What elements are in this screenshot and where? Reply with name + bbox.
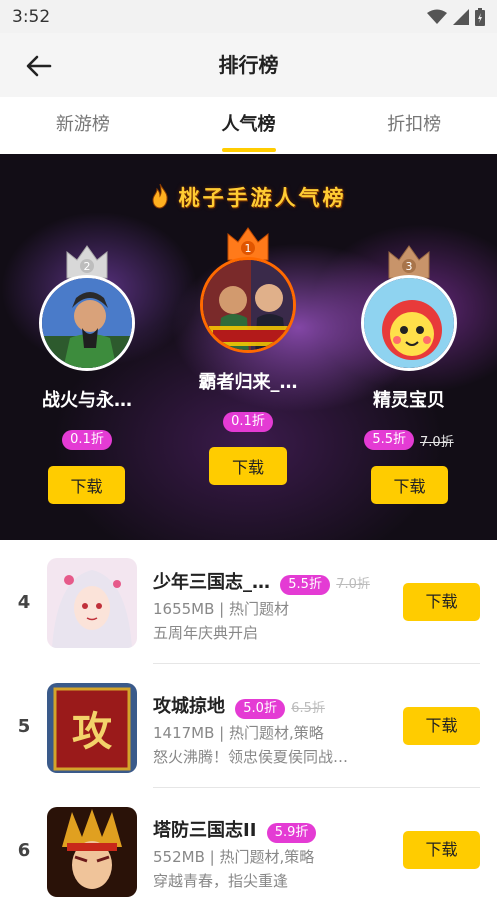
tab-label: 折扣榜: [387, 114, 442, 135]
crown-rank-number: 1: [245, 242, 252, 255]
game-icon[interactable]: [47, 558, 137, 648]
game-title: 攻城掠地 5.0折 6.5折: [153, 692, 325, 719]
discount-badge: 5.0折: [235, 699, 285, 719]
crown-rank-number: 2: [84, 260, 91, 273]
status-bar: 3:52: [0, 0, 497, 33]
list-item[interactable]: 6 塔防三国志II 5.9折 552MB | 热门题材,策略 穿越青春，指尖重逢…: [0, 788, 497, 912]
podium-rank-2[interactable]: 2 战火与永… 0.1折: [39, 244, 135, 504]
rank-number: 6: [17, 840, 31, 861]
game-name: 塔防三国志II: [153, 820, 257, 841]
rank-number: 4: [17, 592, 31, 613]
rank-number: 5: [17, 716, 31, 737]
battery-icon: [475, 7, 485, 26]
original-price: 6.5折: [291, 701, 325, 716]
list-item[interactable]: 4 少年三国志_… 5.5折 7.0折 1655MB | 热门题材 五周年庆典开…: [0, 540, 497, 664]
discount-row: 0.1折: [0, 430, 195, 450]
tab-indicator: [221, 148, 276, 152]
podium-rank-3[interactable]: 3 精灵宝贝 5.5折 7.0折: [361, 244, 457, 504]
discount-row: 5.5折 7.0折: [301, 430, 497, 450]
tab-label: 人气榜: [221, 114, 276, 135]
game-title: 塔防三国志II 5.9折: [153, 816, 317, 843]
discount-badge: 0.1折: [223, 412, 273, 432]
game-avatar[interactable]: [39, 275, 135, 371]
status-icons: [427, 7, 485, 26]
status-time: 3:52: [12, 6, 51, 27]
tab-label: 新游榜: [55, 114, 110, 135]
banner-title: 桃子手游人气榜: [178, 186, 347, 210]
game-description: 五周年庆典开启: [153, 624, 259, 642]
discount-badge: 5.5折: [364, 430, 414, 450]
game-art-image: [42, 278, 132, 368]
crown-rank-number: 3: [406, 260, 413, 273]
game-name: 战火与永…: [42, 390, 132, 411]
tab-discount[interactable]: 折扣榜: [331, 97, 497, 154]
wifi-icon: [427, 9, 447, 24]
tab-popular[interactable]: 人气榜: [166, 97, 332, 154]
discount-badge: 5.5折: [280, 575, 330, 595]
tab-new-games[interactable]: 新游榜: [0, 97, 166, 154]
download-button[interactable]: 下载: [209, 447, 287, 485]
svg-text:攻: 攻: [72, 709, 112, 755]
original-price: 7.0折: [336, 577, 370, 592]
game-description: 怒火沸腾！领忠侯夏侯同战…: [153, 748, 349, 766]
banner-title-row: 桃子手游人气榜: [0, 182, 497, 212]
app-bar: 排行榜: [0, 33, 497, 97]
game-name: 少年三国志_…: [153, 572, 270, 593]
tab-bar: 新游榜 人气榜 折扣榜: [0, 97, 497, 154]
game-name: 霸者归来_…: [198, 372, 298, 393]
signal-icon: [453, 8, 469, 25]
game-name: 精灵宝贝: [373, 390, 445, 411]
game-title: 少年三国志_… 5.5折 7.0折: [153, 568, 370, 595]
game-avatar[interactable]: [361, 275, 457, 371]
original-price: 7.0折: [420, 434, 454, 450]
download-button[interactable]: 下载: [48, 466, 125, 504]
game-name: 攻城掠地: [153, 696, 225, 717]
download-button[interactable]: 下载: [403, 707, 480, 745]
discount-badge: 0.1折: [62, 430, 112, 450]
game-art-image: [47, 558, 137, 648]
game-avatar[interactable]: [200, 257, 296, 353]
discount-badge: 5.9折: [266, 823, 317, 843]
flame-icon: [151, 183, 168, 209]
download-button[interactable]: 下载: [403, 583, 480, 621]
game-art-image: [203, 260, 293, 350]
game-meta: 1417MB | 热门题材,策略: [153, 724, 324, 742]
list-item[interactable]: 5 攻 攻城掠地 5.0折 6.5折 1417MB | 热门题材,策略 怒火沸腾…: [0, 664, 497, 788]
download-button[interactable]: 下载: [371, 466, 448, 504]
discount-row: 0.1折: [140, 412, 356, 432]
game-icon[interactable]: 攻: [47, 683, 137, 773]
game-meta: 552MB | 热门题材,策略: [153, 848, 315, 866]
ranking-banner: 桃子手游人气榜 2 战火与永… 0.1折 下载 1 霸者归来_… 0.1折 下载…: [0, 154, 497, 540]
game-meta: 1655MB | 热门题材: [153, 600, 289, 618]
game-art-image: 攻: [47, 683, 137, 773]
download-button[interactable]: 下载: [403, 831, 480, 869]
game-description: 穿越青春，指尖重逢: [153, 872, 289, 890]
game-art-image: [364, 278, 454, 368]
page-title: 排行榜: [218, 53, 279, 77]
